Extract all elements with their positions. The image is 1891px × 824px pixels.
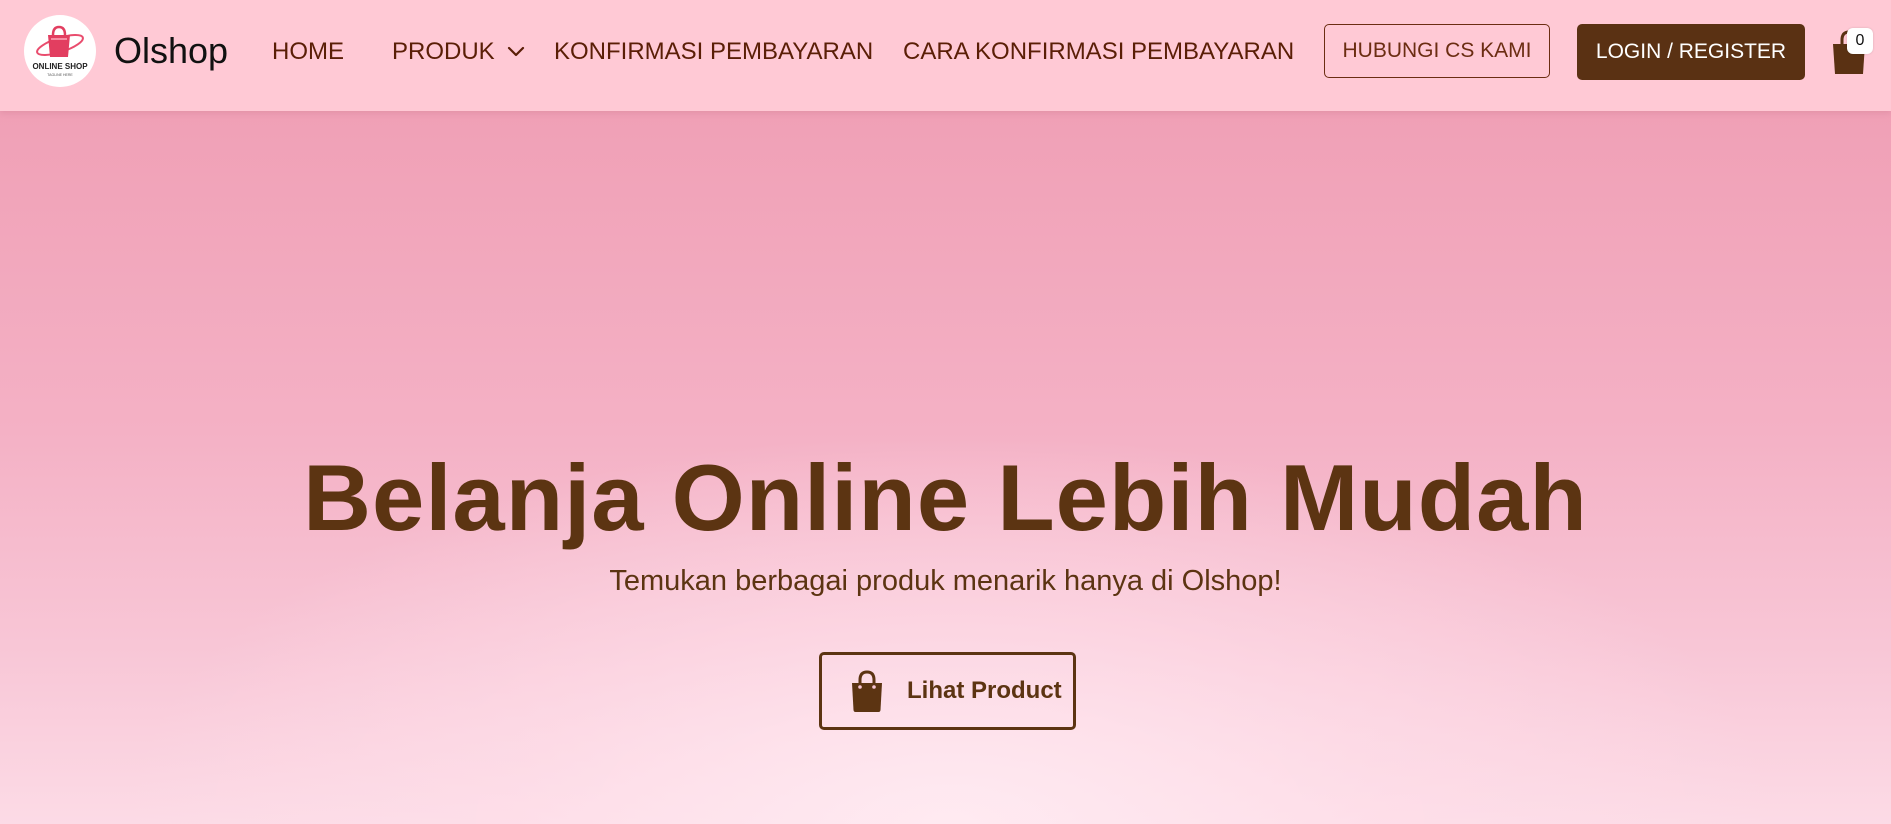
shopping-bag-icon — [852, 670, 882, 712]
view-products-button[interactable]: Lihat Product — [819, 652, 1076, 730]
view-products-label: Lihat Product — [907, 677, 1062, 704]
nav-produk-label: PRODUK — [392, 38, 495, 65]
hero-title: Belanja Online Lebih Mudah — [303, 445, 1588, 550]
logo-tagline: TAGLINE HERE — [47, 73, 73, 77]
hero-subtitle: Temukan berbagai produk menarik hanya di… — [609, 565, 1282, 597]
chevron-down-icon — [507, 46, 524, 57]
login-register-button[interactable]: LOGIN / REGISTER — [1577, 24, 1805, 80]
brand-name[interactable]: Olshop — [114, 29, 228, 73]
cart-count-badge: 0 — [1847, 28, 1873, 54]
nav-konfirmasi-pembayaran[interactable]: KONFIRMASI PEMBAYARAN — [554, 37, 873, 67]
nav-home[interactable]: HOME — [272, 37, 344, 67]
shopping-bag-logo-icon: ONLINE SHOP TAGLINE HERE — [32, 25, 88, 77]
nav-cara-konfirmasi-pembayaran[interactable]: CARA KONFIRMASI PEMBAYARAN — [903, 37, 1294, 67]
hero-section: Belanja Online Lebih Mudah Temukan berba… — [0, 111, 1891, 824]
logo-text: ONLINE SHOP — [32, 62, 88, 71]
nav-produk[interactable]: PRODUK — [392, 37, 525, 67]
logo[interactable]: ONLINE SHOP TAGLINE HERE — [24, 15, 96, 87]
navbar: ONLINE SHOP TAGLINE HERE Olshop HOME PRO… — [0, 0, 1891, 111]
contact-cs-button[interactable]: HUBUNGI CS KAMI — [1324, 24, 1550, 78]
